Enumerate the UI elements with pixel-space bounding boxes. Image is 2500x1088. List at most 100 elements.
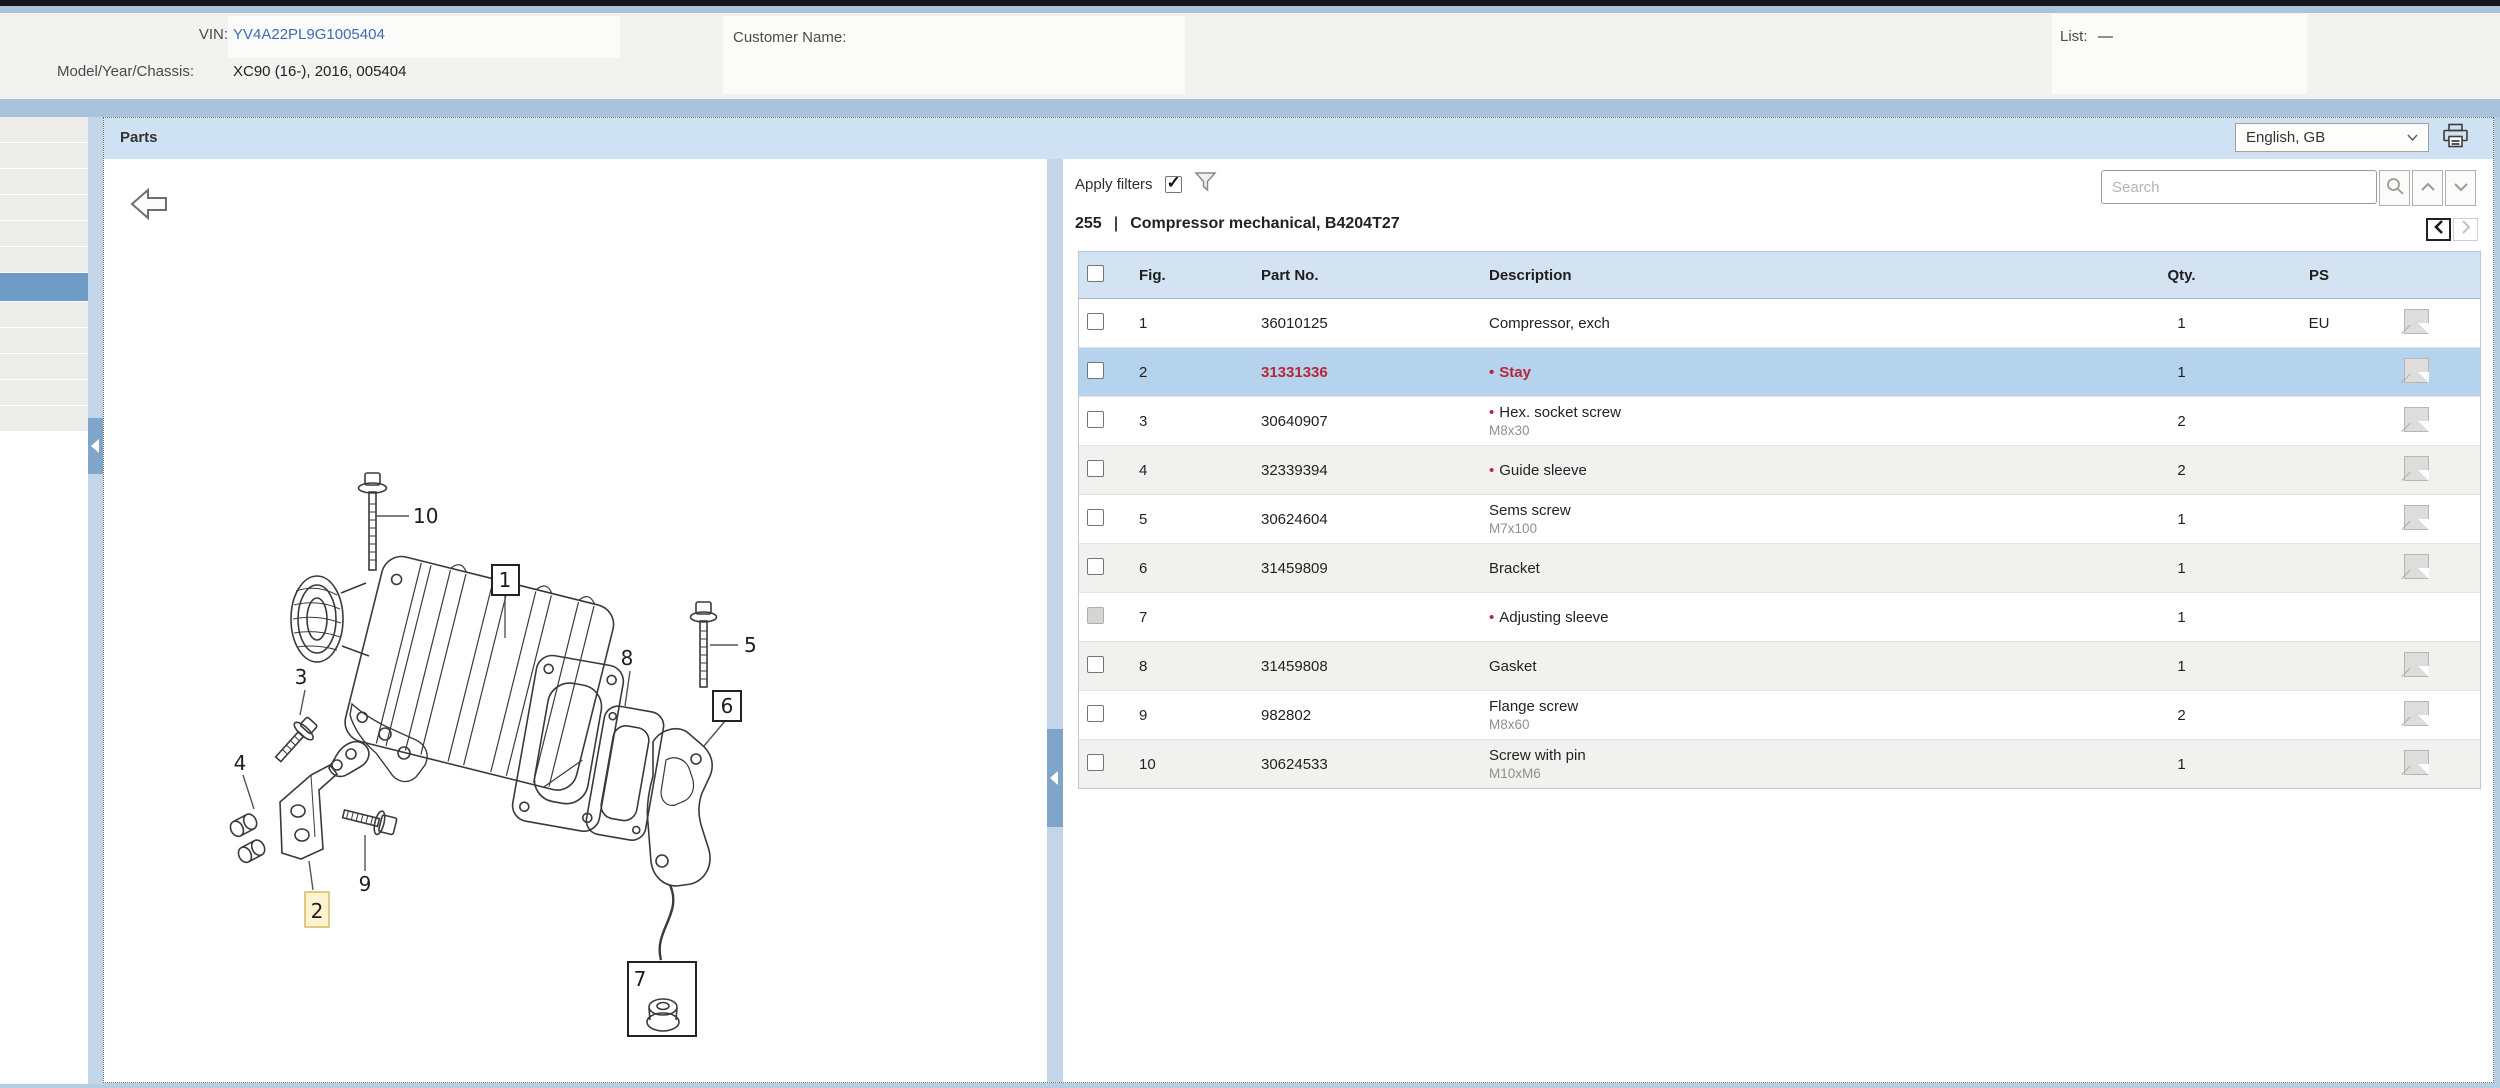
sidebar-item[interactable]: [0, 143, 88, 168]
model-value: XC90 (16-), 2016, 005404: [233, 63, 406, 80]
parts-table: Fig. Part No. Description Qty. PS 1 3601…: [1078, 251, 2481, 789]
part-no-cell[interactable]: 30624604: [1243, 505, 1469, 534]
list-label: List:: [2060, 28, 2088, 45]
table-row[interactable]: 2 31331336 •Stay 1: [1079, 348, 2480, 397]
vin-value-link[interactable]: YV4A22PL9G1005404: [233, 26, 385, 43]
sidebar-item[interactable]: [0, 117, 88, 142]
sidebar-item[interactable]: [0, 354, 88, 379]
row-checkbox[interactable]: [1087, 558, 1104, 575]
part-no-cell[interactable]: 30640907: [1243, 407, 1469, 436]
col-header-qty[interactable]: Qty.: [2129, 261, 2234, 290]
diagram-callout-8[interactable]: 8: [621, 646, 634, 670]
table-row[interactable]: 1 36010125 Compressor, exch 1 EU: [1079, 299, 2480, 348]
language-select[interactable]: English, GB: [2235, 123, 2429, 152]
panel-splitter[interactable]: [1047, 159, 1063, 1082]
col-header-part-no[interactable]: Part No.: [1243, 261, 1469, 290]
filter-funnel-icon[interactable]: [1194, 171, 1217, 197]
table-row[interactable]: 3 30640907 •Hex. socket screw M8x30 2: [1079, 397, 2480, 446]
qty-cell: 1: [2129, 505, 2234, 534]
search-prev-button[interactable]: [2412, 170, 2443, 206]
sidebar-splitter-thumb[interactable]: [88, 418, 103, 474]
table-row[interactable]: 6 31459809 Bracket 1: [1079, 544, 2480, 593]
row-checkbox[interactable]: [1087, 607, 1104, 624]
ps-cell: [2234, 660, 2404, 672]
select-all-checkbox[interactable]: [1087, 265, 1104, 282]
search-next-button[interactable]: [2445, 170, 2476, 206]
note-icon[interactable]: [2404, 456, 2429, 481]
qty-cell: 1: [2129, 603, 2234, 632]
col-header-ps[interactable]: PS: [2234, 261, 2404, 290]
apply-filters-checkbox[interactable]: ✓: [1165, 176, 1182, 193]
table-row[interactable]: 9 982802 Flange screw M8x60 2: [1079, 691, 2480, 740]
sidebar-item-selected[interactable]: [0, 273, 88, 301]
diagram-callout-5[interactable]: 5: [744, 633, 757, 657]
diagram-callout-4[interactable]: 4: [234, 751, 247, 775]
row-checkbox[interactable]: [1087, 411, 1104, 428]
row-checkbox[interactable]: [1087, 362, 1104, 379]
panel-splitter-thumb[interactable]: [1047, 729, 1063, 827]
diagram-callout-2-highlighted[interactable]: 2: [305, 892, 329, 927]
sidebar-item[interactable]: [0, 380, 88, 405]
part-no-cell[interactable]: 36010125: [1243, 309, 1469, 338]
part-no-cell[interactable]: 31331336: [1243, 358, 1469, 387]
row-checkbox[interactable]: [1087, 460, 1104, 477]
prev-page-button[interactable]: [2426, 218, 2451, 241]
diagram-callout-9[interactable]: 9: [359, 872, 372, 896]
note-icon[interactable]: [2404, 701, 2429, 726]
description-cell: Bracket: [1469, 554, 2129, 583]
row-checkbox[interactable]: [1087, 656, 1104, 673]
apply-filters-label: Apply filters: [1075, 176, 1153, 193]
row-checkbox[interactable]: [1087, 313, 1104, 330]
table-row[interactable]: 7 •Adjusting sleeve 1: [1079, 593, 2480, 642]
sidebar-item[interactable]: [0, 221, 88, 246]
table-row[interactable]: 5 30624604 Sems screw M7x100 1: [1079, 495, 2480, 544]
customer-field-block: [723, 16, 1185, 94]
section-number: 255: [1075, 215, 1102, 233]
part-no-cell[interactable]: 982802: [1243, 701, 1469, 730]
row-checkbox[interactable]: [1087, 705, 1104, 722]
svg-text:6: 6: [721, 694, 734, 718]
part-no-cell[interactable]: [1243, 611, 1469, 623]
note-icon[interactable]: [2404, 652, 2429, 677]
diagram-callout-10[interactable]: 10: [413, 504, 438, 528]
note-icon[interactable]: [2404, 750, 2429, 775]
sidebar-item[interactable]: [0, 169, 88, 194]
sidebar-item[interactable]: [0, 328, 88, 353]
part-no-cell[interactable]: 31459809: [1243, 554, 1469, 583]
diagram-callout-1[interactable]: 1: [492, 565, 519, 595]
diagram-callout-3[interactable]: 3: [295, 665, 308, 689]
print-button[interactable]: [2439, 124, 2471, 153]
note-icon[interactable]: [2404, 505, 2429, 530]
table-row[interactable]: 4 32339394 •Guide sleeve 2: [1079, 446, 2480, 495]
part-no-cell[interactable]: 30624533: [1243, 750, 1469, 779]
sidebar-item[interactable]: [0, 302, 88, 327]
row-checkbox[interactable]: [1087, 509, 1104, 526]
sidebar-item[interactable]: [0, 247, 88, 272]
note-icon[interactable]: [2404, 554, 2429, 579]
col-header-fig[interactable]: Fig.: [1123, 261, 1243, 290]
list-field-block: [2052, 14, 2307, 94]
next-page-button[interactable]: [2453, 218, 2478, 241]
svg-text:2: 2: [311, 899, 324, 923]
note-icon[interactable]: [2404, 358, 2429, 383]
row-checkbox[interactable]: [1087, 754, 1104, 771]
sidebar-splitter[interactable]: [88, 117, 103, 1084]
table-row[interactable]: 8 31459808 Gasket 1: [1079, 642, 2480, 691]
note-icon[interactable]: [2404, 309, 2429, 334]
vin-label: VIN:: [199, 26, 228, 43]
note-icon[interactable]: [2404, 407, 2429, 432]
section-title: Compressor mechanical, B4204T27: [1130, 215, 1399, 233]
table-row[interactable]: 10 30624533 Screw with pin M10xM6 1: [1079, 740, 2480, 788]
diagram-callout-6[interactable]: 6: [713, 691, 741, 721]
description-cell: Sems screw M7x100: [1469, 496, 2129, 542]
part-no-cell[interactable]: 32339394: [1243, 456, 1469, 485]
search-input[interactable]: [2101, 170, 2377, 204]
fig-cell: 4: [1123, 456, 1243, 485]
part-no-cell[interactable]: 31459808: [1243, 652, 1469, 681]
sidebar-item[interactable]: [0, 406, 88, 431]
col-header-description[interactable]: Description: [1469, 261, 2129, 290]
sidebar-item[interactable]: [0, 195, 88, 220]
search-button[interactable]: [2379, 170, 2410, 206]
back-arrow-icon[interactable]: [132, 190, 166, 218]
fig-cell: 1: [1123, 309, 1243, 338]
